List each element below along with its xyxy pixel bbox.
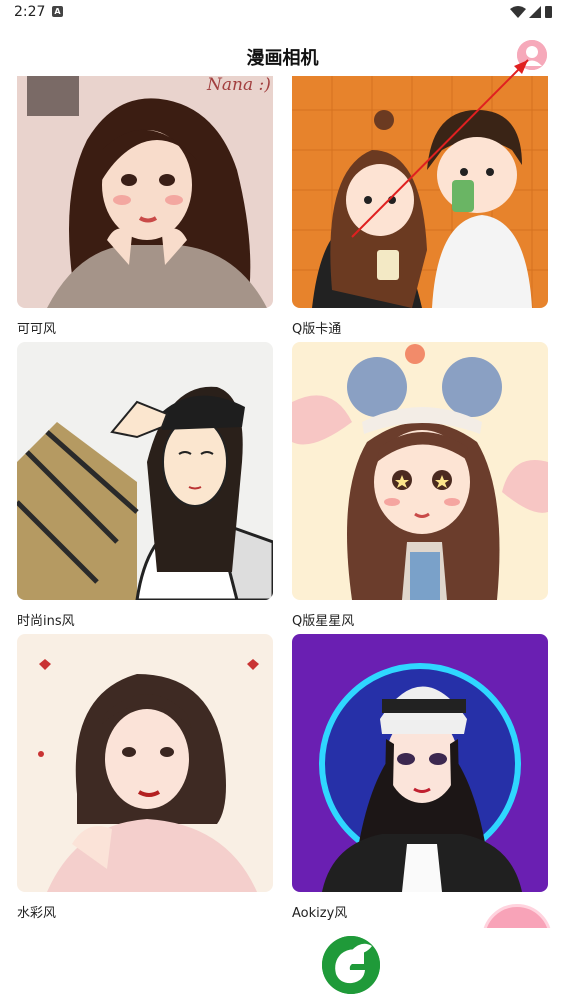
page-title: 漫画相机 [246,48,319,69]
style-label: Q版星星风 [292,614,355,629]
style-label: 水彩风 [17,906,57,921]
notification-a-icon: A [52,6,63,17]
style-label: 可可风 [17,322,57,337]
status-bar: 2:27 A [0,0,565,26]
style-thumbnail[interactable] [17,634,273,892]
screen: { "status_bar": { "time": "2:27", "a_ico… [0,0,565,1004]
camera-leaf-icon [322,936,380,994]
style-card-watercolor[interactable]: 水彩风 [17,634,273,921]
style-card-q-star[interactable]: Q版星星风 [292,342,548,629]
camera-button[interactable] [322,936,380,994]
style-card-q-cartoon[interactable]: Q版卡通 [292,76,548,337]
style-card-aokizy[interactable]: Aokizy风 [292,634,548,921]
style-thumbnail[interactable] [17,342,273,600]
status-icons [510,6,552,18]
style-card-keke[interactable]: Nana :) 可可风 [17,76,273,337]
style-card-fashion-ins[interactable]: 时尚ins风 [17,342,273,629]
style-grid[interactable]: Nana :) 可可风 Q版卡通 时尚ins风 Q版星星风 水彩风 Aokizy… [0,76,565,928]
signature-text: Nana :) [206,76,271,95]
style-thumbnail[interactable] [292,634,548,892]
style-thumbnail[interactable] [292,342,548,600]
status-time: 2:27 [14,4,46,20]
battery-icon [545,6,552,18]
bottom-bar [0,928,565,1004]
wifi-icon [510,6,526,18]
style-thumbnail[interactable] [292,76,548,308]
signal-icon [529,6,541,18]
profile-icon [517,40,547,70]
app-header: 漫画相机 [0,36,565,76]
style-label: 时尚ins风 [17,614,75,629]
profile-button[interactable] [517,40,547,70]
style-thumbnail[interactable]: Nana :) [17,76,273,308]
style-label: Q版卡通 [292,322,342,337]
inset-photo [27,76,79,116]
